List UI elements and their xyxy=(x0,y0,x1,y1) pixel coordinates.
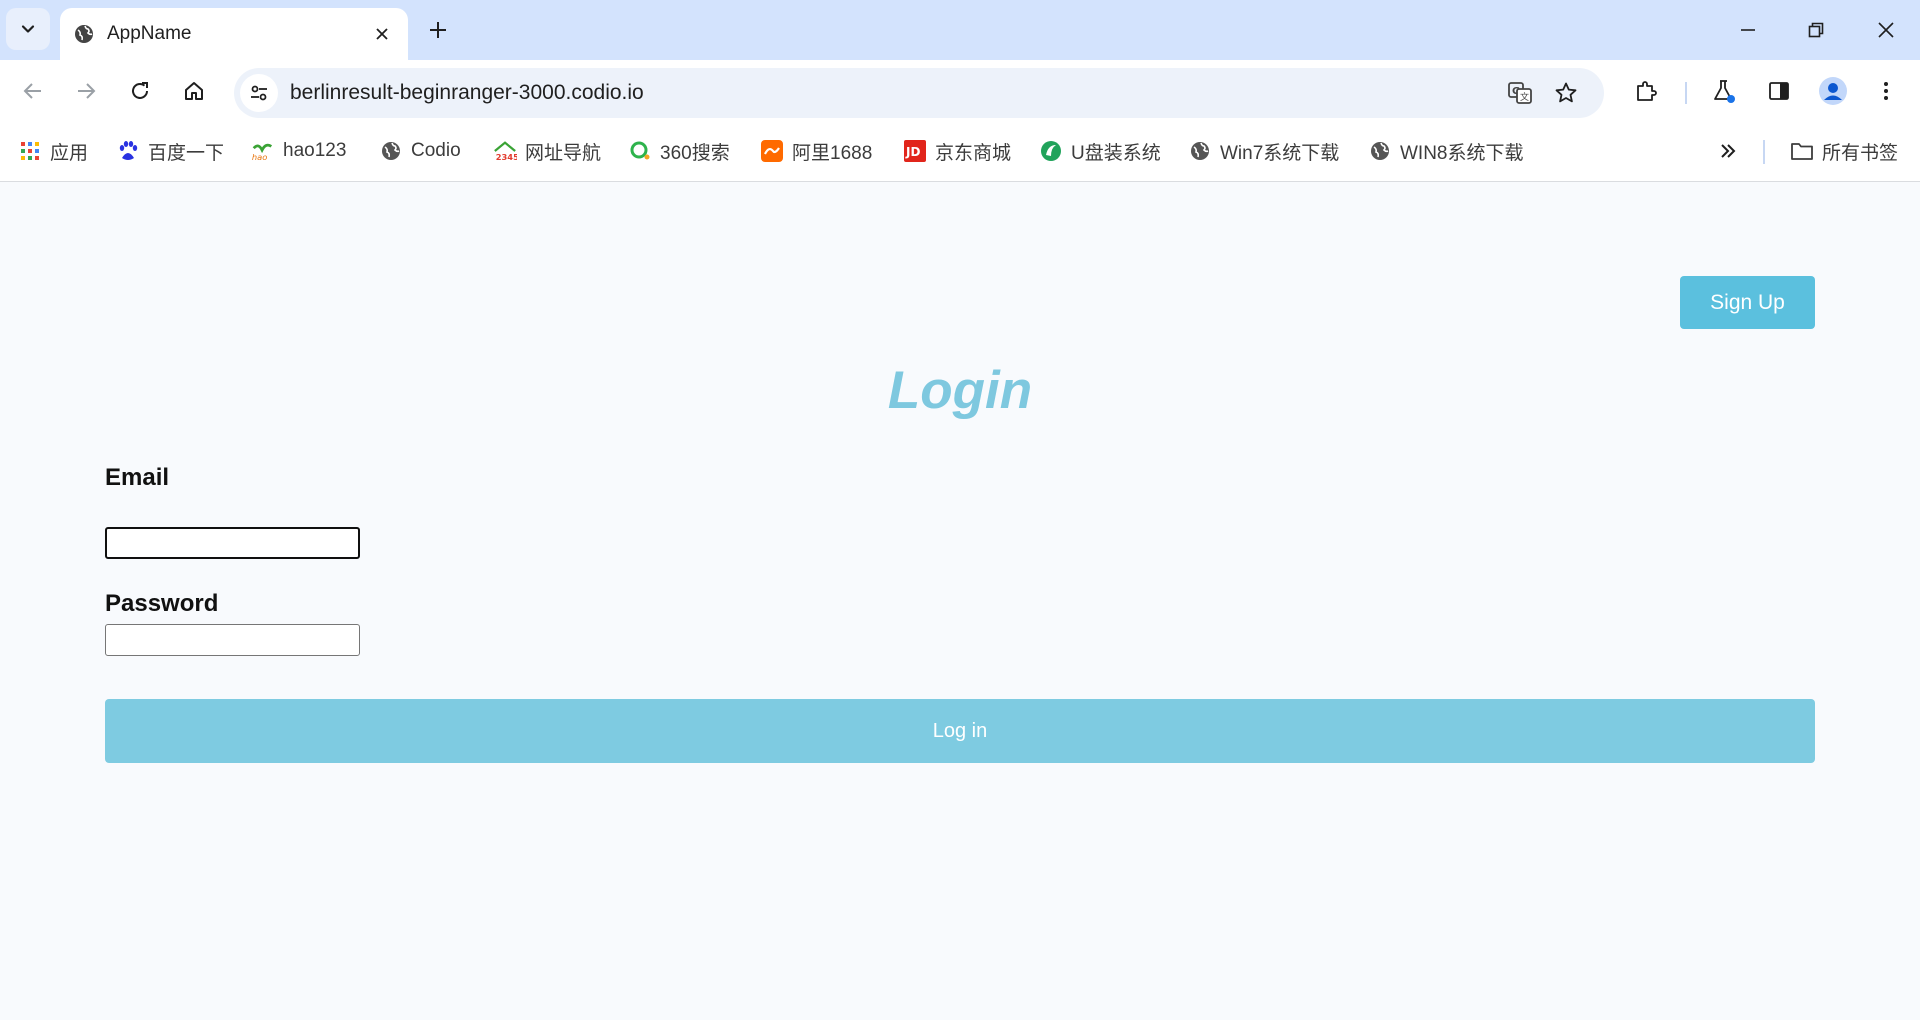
url-text[interactable]: berlinresult-beginranger-3000.codio.io xyxy=(290,81,644,105)
log-in-button[interactable]: Log in xyxy=(105,699,1815,763)
bookmark-label: Win7系统下载 xyxy=(1220,142,1340,164)
side-panel-button[interactable] xyxy=(1760,72,1798,110)
bookmark-label: U盘装系统 xyxy=(1071,142,1161,164)
bookmark-label: 阿里1688 xyxy=(792,142,873,164)
bookmark-hao123[interactable]: hao hao123 xyxy=(251,136,346,166)
more-vertical-icon xyxy=(1884,82,1888,100)
menu-button[interactable] xyxy=(1867,72,1905,110)
address-bar[interactable]: berlinresult-beginranger-3000.codio.io G… xyxy=(234,68,1604,118)
avatar-icon xyxy=(1819,77,1847,105)
reload-icon xyxy=(132,82,148,99)
bookmark-star-button[interactable] xyxy=(1552,79,1580,107)
chevron-down-icon xyxy=(21,25,35,33)
bookmarks-divider xyxy=(1763,140,1765,164)
alibaba-1688-icon xyxy=(760,139,784,163)
more-bookmarks-button[interactable] xyxy=(1718,136,1738,166)
new-tab-button[interactable] xyxy=(422,14,454,46)
bookmark-label: hao123 xyxy=(283,140,347,161)
puzzle-icon xyxy=(1637,81,1657,101)
bookmark-360[interactable]: 360搜索 xyxy=(628,136,730,166)
home-icon xyxy=(185,82,203,100)
bookmark-label: 百度一下 xyxy=(148,142,225,164)
page-title: Login xyxy=(887,361,1033,420)
active-tab[interactable]: AppName xyxy=(60,8,408,60)
translate-button[interactable]: G文 xyxy=(1506,79,1534,107)
bookmark-label: 应用 xyxy=(50,142,89,164)
minimize-icon xyxy=(1741,29,1755,31)
bookmark-label: WIN8系统下载 xyxy=(1400,142,1524,164)
svg-text:文: 文 xyxy=(1520,91,1529,103)
360-search-icon xyxy=(628,139,652,163)
reload-button[interactable] xyxy=(121,72,159,110)
jd-icon: JD xyxy=(903,139,927,163)
bookmark-apps[interactable]: 应用 xyxy=(18,136,88,166)
bookmark-label: 京东商城 xyxy=(935,142,1012,164)
browser-toolbar: berlinresult-beginranger-3000.codio.io G… xyxy=(0,60,1920,122)
tab-title: AppName xyxy=(107,23,192,44)
usb-system-icon xyxy=(1039,139,1063,163)
sign-up-button[interactable]: Sign Up xyxy=(1680,276,1815,329)
bookmark-jd[interactable]: JD 京东商城 xyxy=(903,136,1011,166)
profile-button[interactable] xyxy=(1814,72,1852,110)
tab-search-button[interactable] xyxy=(6,8,50,50)
bookmark-win8[interactable]: WIN8系统下载 xyxy=(1368,136,1524,166)
folder-icon xyxy=(1790,139,1814,163)
close-icon xyxy=(376,28,388,40)
bookmark-label: 360搜索 xyxy=(660,142,730,164)
bookmark-2345[interactable]: 2345 网址导航 xyxy=(493,136,601,166)
globe-icon xyxy=(1368,139,1392,163)
globe-icon xyxy=(379,139,403,163)
extensions-button[interactable] xyxy=(1627,72,1665,110)
double-chevron-right-icon xyxy=(1721,144,1736,158)
bookmark-baidu[interactable]: 百度一下 xyxy=(116,136,224,166)
close-window-button[interactable] xyxy=(1866,10,1906,50)
arrow-left-icon xyxy=(23,83,41,99)
svg-text:2345: 2345 xyxy=(496,152,517,162)
all-bookmarks-label: 所有书签 xyxy=(1822,142,1899,164)
forward-button[interactable] xyxy=(67,72,105,110)
baidu-paw-icon xyxy=(116,139,140,163)
email-label: Email xyxy=(105,464,170,491)
page-content: Sign Up Login Email Password Log in xyxy=(0,182,1920,1020)
restore-button[interactable] xyxy=(1796,10,1836,50)
tune-icon xyxy=(251,85,267,101)
bookmark-label: Codio xyxy=(411,140,461,161)
password-field[interactable] xyxy=(105,624,360,656)
side-panel-icon xyxy=(1769,82,1789,100)
globe-icon xyxy=(1188,139,1212,163)
bookmark-usb-system[interactable]: U盘装系统 xyxy=(1039,136,1161,166)
home-button[interactable] xyxy=(175,72,213,110)
tab-close-button[interactable] xyxy=(368,20,396,48)
email-field[interactable] xyxy=(105,527,360,559)
globe-icon xyxy=(75,25,93,43)
svg-text:JD: JD xyxy=(905,145,920,159)
restore-icon xyxy=(1808,22,1824,38)
minimize-button[interactable] xyxy=(1728,10,1768,50)
plus-icon xyxy=(430,22,446,38)
hao123-icon: hao xyxy=(251,139,275,163)
apps-grid-icon xyxy=(18,139,42,163)
bookmarks-bar: 应用 百度一下 hao hao123 Codio 2345 网址导航 360搜索 xyxy=(0,122,1920,182)
svg-text:hao: hao xyxy=(252,152,267,162)
close-icon xyxy=(1878,22,1894,38)
bookmark-win7[interactable]: Win7系统下载 xyxy=(1188,136,1339,166)
tab-strip: AppName xyxy=(0,0,1920,60)
all-bookmarks-button[interactable]: 所有书签 xyxy=(1790,136,1898,166)
toolbar-divider xyxy=(1685,82,1687,104)
arrow-right-icon xyxy=(78,83,96,99)
site-info-button[interactable] xyxy=(240,74,278,112)
bookmark-label: 网址导航 xyxy=(525,142,602,164)
translate-icon: G文 xyxy=(1508,82,1532,104)
2345-icon: 2345 xyxy=(493,139,517,163)
back-button[interactable] xyxy=(14,72,52,110)
labs-button[interactable] xyxy=(1705,72,1743,110)
bookmark-codio[interactable]: Codio xyxy=(379,136,461,166)
star-icon xyxy=(1555,82,1577,103)
bookmark-1688[interactable]: 阿里1688 xyxy=(760,136,872,166)
password-label: Password xyxy=(105,590,219,617)
flask-icon xyxy=(1714,80,1735,103)
